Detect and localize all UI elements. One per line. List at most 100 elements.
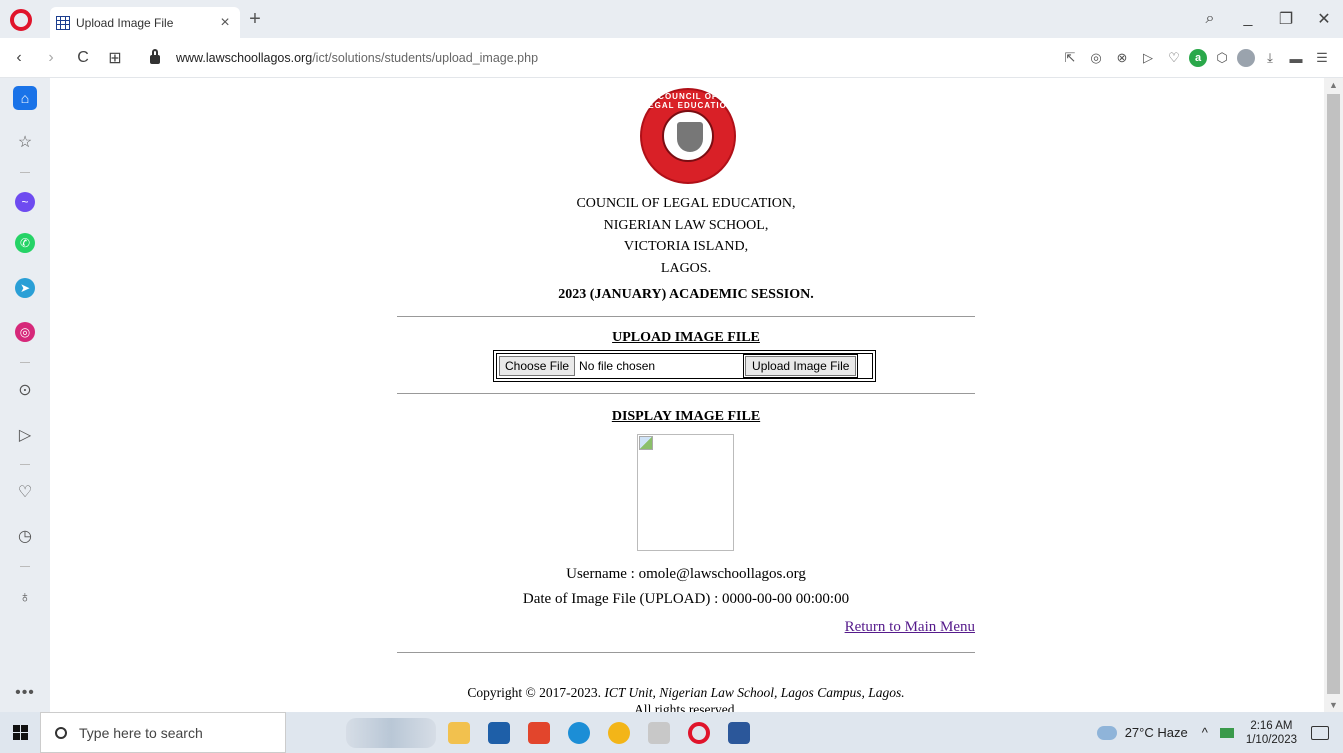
windows-icon xyxy=(12,725,28,740)
address-line: COUNCIL OF LEGAL EDUCATION, xyxy=(576,196,796,211)
cube-icon[interactable]: ⬡ xyxy=(1211,50,1233,66)
browser-tab-strip: Upload Image File × + ⌕ _ ❐ ✕ xyxy=(0,0,1343,38)
lock-icon[interactable] xyxy=(150,49,160,64)
uploaded-image-placeholder xyxy=(637,434,734,551)
network-icon[interactable] xyxy=(1219,727,1234,738)
url-path: /ict/solutions/students/upload_image.php xyxy=(312,50,539,65)
instagram-icon[interactable]: ◎ xyxy=(15,322,35,342)
scroll-down-icon[interactable]: ▼ xyxy=(1324,700,1343,710)
choose-file-button[interactable]: Choose File xyxy=(499,356,576,376)
address-line: NIGERIAN LAW SCHOOL, xyxy=(603,217,769,233)
shield-icon xyxy=(677,122,703,152)
heart-icon[interactable]: ♡ xyxy=(1163,50,1185,66)
toolbar-extensions: ⇱ ◎ ⊗ ▷ ♡ a ⬡ ⤓ ▬ ☰ xyxy=(1059,38,1333,78)
upload-image-button-label: Upload Image File xyxy=(745,356,857,376)
clock-date: 1/10/2023 xyxy=(1245,733,1297,746)
send-icon[interactable]: ▷ xyxy=(1137,50,1159,66)
tab-title: Upload Image File xyxy=(76,15,174,30)
new-tab-button[interactable]: + xyxy=(244,8,266,31)
search-icon xyxy=(55,726,67,739)
council-of-legal-education-logo: COUNCIL OF LEGAL EDUCATION xyxy=(640,88,736,184)
scroll-up-icon[interactable]: ▲ xyxy=(1324,80,1343,90)
logo-ring-text: COUNCIL OF LEGAL EDUCATION xyxy=(642,92,734,110)
restore-button[interactable]: ❐ xyxy=(1267,9,1305,29)
flow-send-icon[interactable]: ▷ xyxy=(13,423,37,447)
adblock-icon[interactable]: ⊗ xyxy=(1111,50,1133,66)
url-host: www.lawschoollagos.org xyxy=(176,50,313,65)
word-icon[interactable] xyxy=(728,721,750,744)
return-to-main-menu-link[interactable]: Return to Main Menu xyxy=(845,619,975,636)
window-controls: ⌕ _ ❐ ✕ xyxy=(1191,0,1343,38)
tips-bulb-icon[interactable]: ♁ xyxy=(13,586,37,610)
extension-a-icon[interactable]: a xyxy=(1189,49,1207,67)
display-section-title: DISPLAY IMAGE FILE xyxy=(611,409,761,424)
tray-chevron-icon[interactable]: ^ xyxy=(1202,725,1208,740)
more-options-icon[interactable]: ••• xyxy=(13,684,37,702)
copyright-line: Copyright © 2017-2023. ICT Unit, Nigeria… xyxy=(397,684,975,701)
address-bar: ‹ › C ⊞ www.lawschoollagos.org/ict/solut… xyxy=(0,38,1343,78)
divider xyxy=(397,652,975,653)
browser-sidebar: ⌂ ☆ ~ ✆ ➤ ◎ ⊙ ▷ ♡ ◷ ♁ ••• xyxy=(0,78,50,712)
office-icon[interactable] xyxy=(528,721,550,744)
weather-text[interactable]: 27°C Haze xyxy=(1125,725,1188,740)
tab-close-icon[interactable]: × xyxy=(216,14,234,32)
copyright-org: ICT Unit, Nigerian Law School, Lagos Cam… xyxy=(604,685,905,700)
url-field[interactable]: www.lawschoollagos.org/ict/solutions/stu… xyxy=(176,51,538,65)
upload-date-line: Date of Image File (UPLOAD) : 0000-00-00… xyxy=(522,591,850,607)
broken-image-icon xyxy=(639,436,653,450)
weather-icon[interactable] xyxy=(1093,720,1117,740)
mail-icon[interactable] xyxy=(488,721,510,744)
system-tray: 27°C Haze ^ 2:16 AM 1/10/2023 xyxy=(1093,712,1343,753)
address-line: VICTORIA ISLAND, xyxy=(623,239,749,254)
history-clock-icon[interactable]: ◷ xyxy=(13,524,37,548)
player-icon[interactable]: ⊙ xyxy=(13,378,37,402)
whatsapp-icon[interactable]: ✆ xyxy=(15,233,35,253)
file-chosen-status: No file chosen xyxy=(579,359,656,373)
taskbar-clock[interactable]: 2:16 AM 1/10/2023 xyxy=(1246,719,1297,747)
windows-taskbar: Type here to search 27°C Haze ^ 2:16 AM … xyxy=(0,712,1343,753)
page-scrollbar[interactable]: ▲ ▼ xyxy=(1324,78,1343,712)
snapshot-icon[interactable]: ◎ xyxy=(1085,50,1107,66)
speed-dial-icon[interactable]: ⊞ xyxy=(102,48,128,68)
opera-menu-icon[interactable] xyxy=(10,9,32,31)
pinned-apps xyxy=(448,721,750,744)
bookmarks-star-icon[interactable]: ☆ xyxy=(13,130,37,154)
academic-session-heading: 2023 (JANUARY) ACADEMIC SESSION. xyxy=(558,287,814,302)
minimize-button[interactable]: _ xyxy=(1229,10,1267,28)
copyright-prefix: Copyright © 2017-2023. xyxy=(467,685,605,700)
edge-icon[interactable] xyxy=(568,721,590,744)
start-button[interactable] xyxy=(0,712,40,753)
profile-avatar[interactable] xyxy=(1237,49,1255,67)
divider xyxy=(397,393,975,394)
file-explorer-icon[interactable] xyxy=(448,721,470,744)
taskbar-search-input[interactable]: Type here to search xyxy=(40,712,286,753)
messenger-icon[interactable]: ~ xyxy=(15,192,35,212)
app-icon[interactable] xyxy=(648,721,670,744)
tab-search-icon[interactable]: ⌕ xyxy=(1191,10,1229,28)
download-icon[interactable]: ⤓ xyxy=(1259,50,1281,66)
clock-time: 2:16 AM xyxy=(1250,719,1293,732)
search-placeholder: Type here to search xyxy=(79,724,203,741)
heart-icon[interactable]: ♡ xyxy=(13,480,37,504)
tab-upload-image-file[interactable]: Upload Image File × xyxy=(50,7,240,38)
share-icon[interactable]: ⇱ xyxy=(1059,50,1081,66)
battery-icon[interactable]: ▬ xyxy=(1285,51,1307,66)
address-line: LAGOS. xyxy=(660,260,712,276)
opera-icon[interactable] xyxy=(688,721,710,744)
upload-image-button[interactable]: Upload Image File xyxy=(743,354,859,378)
close-window-button[interactable]: ✕ xyxy=(1305,9,1343,29)
scrollbar-thumb[interactable] xyxy=(1327,94,1340,694)
easy-setup-icon[interactable]: ☰ xyxy=(1311,50,1333,66)
site-favicon-icon xyxy=(56,15,70,30)
divider xyxy=(397,316,975,317)
institution-address: COUNCIL OF LEGAL EDUCATION, NIGERIAN LAW… xyxy=(397,193,975,279)
home-icon[interactable]: ⌂ xyxy=(13,86,37,110)
back-button[interactable]: ‹ xyxy=(6,49,32,67)
reload-button[interactable]: C xyxy=(70,49,96,67)
notifications-icon[interactable] xyxy=(1311,725,1329,740)
telegram-icon[interactable]: ➤ xyxy=(15,278,35,298)
chrome-icon[interactable] xyxy=(608,721,630,744)
forward-button[interactable]: › xyxy=(38,49,64,67)
username-line: Username : omole@lawschoollagos.org xyxy=(566,566,806,582)
web-page-content: COUNCIL OF LEGAL EDUCATION COUNCIL OF LE… xyxy=(50,78,1324,717)
